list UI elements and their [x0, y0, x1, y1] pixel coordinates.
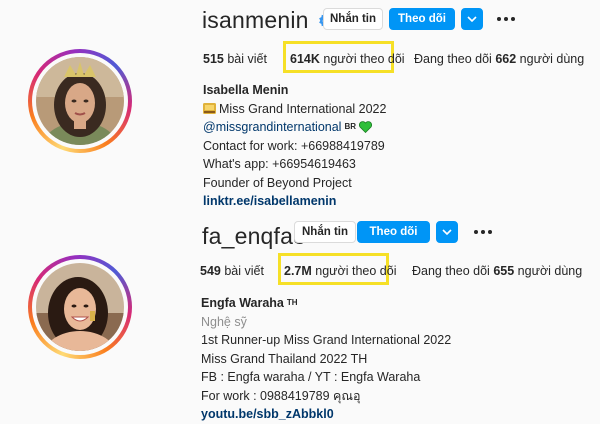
- profile-isanmenin: isanmenin Nhắn tin Theo dõi 515 bài viết…: [0, 0, 600, 208]
- follow-dropdown-button[interactable]: [461, 8, 483, 30]
- bio-line: Miss Grand Thailand 2022 TH: [201, 351, 368, 366]
- following-stat[interactable]: Đang theo dõi 662 người dùng: [414, 52, 584, 66]
- message-button[interactable]: Nhắn tin: [294, 221, 356, 243]
- followers-label: người theo dõi: [323, 52, 405, 66]
- bio-title: Miss Grand International 2022: [219, 101, 387, 116]
- more-options-icon[interactable]: [497, 8, 515, 30]
- follow-dropdown-button[interactable]: [436, 221, 458, 243]
- followers-count: 2.7M: [284, 264, 312, 278]
- follow-button[interactable]: Theo dõi: [389, 8, 455, 30]
- profile-name-line: Engfa Waraha TH: [201, 294, 451, 313]
- bio-line: 1st Runner-up Miss Grand International 2…: [201, 333, 452, 347]
- followers-stat[interactable]: 2.7M người theo dõi: [284, 264, 396, 278]
- chevron-down-icon: [442, 229, 452, 235]
- message-button[interactable]: Nhắn tin: [323, 8, 383, 30]
- posts-count: 515: [203, 52, 224, 66]
- bio-mention-line: @missgrandinternational BR: [203, 118, 386, 137]
- avatar: [36, 263, 124, 351]
- profile-username: fa_enqfa8: [202, 223, 307, 249]
- posts-count: 549: [200, 264, 221, 278]
- bio-line: Founder of Beyond Project: [203, 175, 352, 190]
- bio-line: FB : Engfa waraha / YT : Engfa Waraha: [201, 370, 421, 384]
- following-label: người dùng: [517, 264, 583, 278]
- avatar: [36, 57, 124, 145]
- profile-fa-enqfa8: fa_enqfa8 Nhắn tin Theo dõi 549 bài viết…: [0, 207, 600, 421]
- profile-bio: Isabella Menin Miss Grand International …: [203, 81, 386, 211]
- country-code: TH: [286, 298, 298, 307]
- profile-category: Nghệ sỹ: [201, 314, 247, 329]
- bio-line: Contact for work: +66988419789: [203, 138, 385, 153]
- bio-line: What's app: +66954619463: [203, 157, 356, 171]
- profile-name: Engfa Waraha: [201, 296, 284, 310]
- green-heart-emoji-icon: [359, 121, 373, 134]
- bio-line: For work : 0988419789 คุณอุ: [201, 388, 361, 403]
- posts-stat[interactable]: 515 bài viết: [203, 52, 267, 66]
- following-prefix: Đang theo dõi: [414, 52, 492, 66]
- following-stat[interactable]: Đang theo dõi 655 người dùng: [412, 264, 582, 278]
- bio-link[interactable]: youtu.be/sbb_zAbbkl0: [201, 405, 451, 424]
- profile-name: Isabella Menin: [203, 83, 289, 97]
- follow-button[interactable]: Theo dõi: [357, 221, 430, 243]
- followers-count: 614K: [290, 52, 320, 66]
- profile-bio: Engfa Waraha TH Nghệ sỹ 1st Runner-up Mi…: [201, 294, 451, 424]
- mention-link[interactable]: @missgrandinternational: [203, 118, 341, 137]
- followers-label: người theo dõi: [315, 264, 397, 278]
- following-label: người dùng: [519, 52, 585, 66]
- country-code: BR: [344, 122, 357, 131]
- profile-username: isanmenin: [202, 7, 309, 33]
- followers-stat[interactable]: 614K người theo dõi: [290, 52, 405, 66]
- bio-title-line: Miss Grand International 2022: [203, 100, 386, 119]
- posts-label: bài viết: [227, 52, 267, 66]
- trophy-emoji-icon: [203, 103, 216, 115]
- following-count: 662: [495, 52, 517, 66]
- posts-label: bài viết: [224, 264, 264, 278]
- profile-avatar-ring[interactable]: [28, 49, 132, 153]
- following-count: 655: [493, 264, 515, 278]
- following-prefix: Đang theo dõi: [412, 264, 490, 278]
- profile-avatar-ring[interactable]: [28, 255, 132, 359]
- more-options-icon[interactable]: [474, 221, 492, 243]
- chevron-down-icon: [467, 16, 477, 22]
- posts-stat[interactable]: 549 bài viết: [200, 264, 264, 278]
